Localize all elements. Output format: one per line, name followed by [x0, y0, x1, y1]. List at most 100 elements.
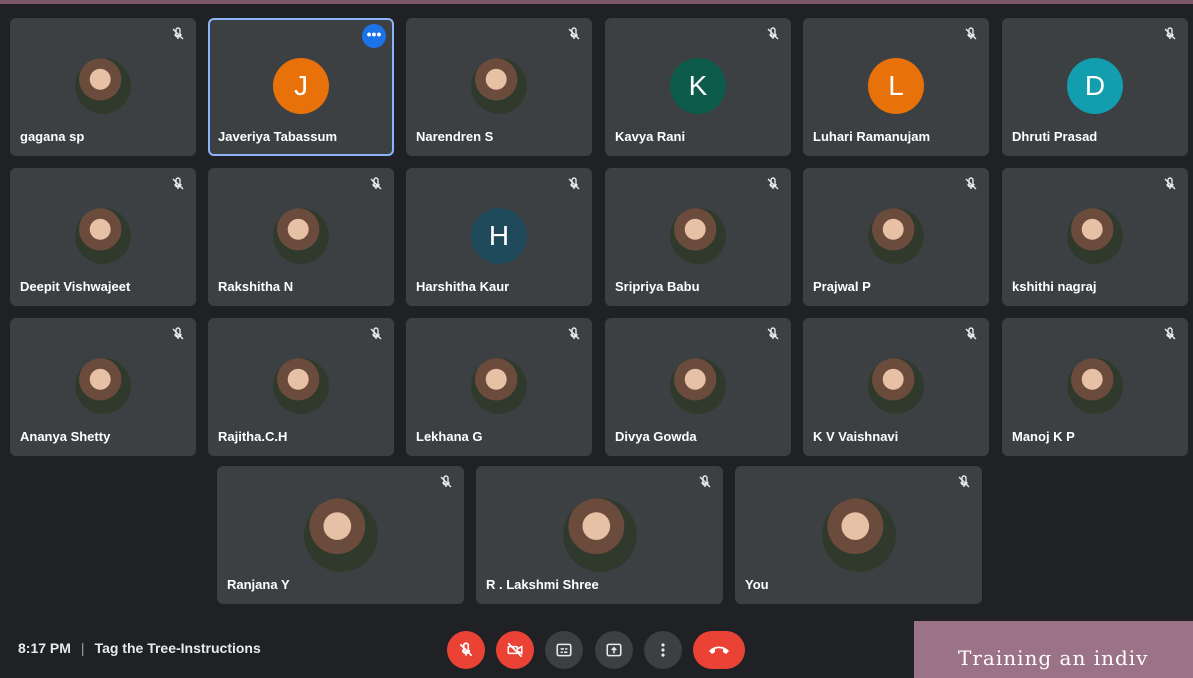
captions-button[interactable]	[545, 631, 583, 669]
participant-tile[interactable]: Deepit Vishwajeet	[10, 168, 196, 306]
mic-off-icon	[566, 176, 582, 192]
participant-tile[interactable]: R . Lakshmi Shree	[476, 466, 723, 604]
mic-off-icon	[1162, 326, 1178, 342]
mic-off-icon	[566, 26, 582, 42]
participant-name: Prajwal P	[813, 279, 871, 294]
participant-tile[interactable]: Manoj K P	[1002, 318, 1188, 456]
participant-tile[interactable]: Rakshitha N	[208, 168, 394, 306]
mic-off-icon	[170, 326, 186, 342]
participant-name: gagana sp	[20, 129, 85, 144]
slide-caption: Training an indiv	[914, 621, 1193, 678]
end-call-icon	[709, 646, 729, 654]
participant-name: Lekhana G	[416, 429, 483, 444]
mic-off-icon	[1162, 176, 1178, 192]
participant-name: Ananya Shetty	[20, 429, 111, 444]
more-options-icon	[661, 643, 665, 657]
avatar	[1067, 208, 1123, 264]
participant-tile[interactable]: ••• J Javeriya Tabassum	[208, 18, 394, 156]
avatar	[471, 58, 527, 114]
avatar	[273, 208, 329, 264]
end-call-button[interactable]	[693, 631, 745, 669]
avatar	[75, 358, 131, 414]
participant-name: Manoj K P	[1012, 429, 1075, 444]
participant-tile[interactable]: gagana sp	[10, 18, 196, 156]
meeting-title: Tag the Tree-Instructions	[94, 640, 261, 656]
participant-name: Ranjana Y	[227, 577, 290, 592]
avatar: J	[273, 58, 329, 114]
avatar: H	[471, 208, 527, 264]
more-options-button[interactable]	[644, 631, 682, 669]
participant-tile[interactable]: Narendren S	[406, 18, 592, 156]
avatar	[821, 498, 896, 572]
participant-tile[interactable]: Divya Gowda	[605, 318, 791, 456]
participant-name: Divya Gowda	[615, 429, 697, 444]
mic-off-icon	[963, 176, 979, 192]
participant-name: kshithi nagraj	[1012, 279, 1097, 294]
mic-off-icon	[170, 176, 186, 192]
camera-off-icon	[507, 642, 523, 658]
avatar-initial: J	[294, 70, 308, 101]
participant-tile[interactable]: Prajwal P	[803, 168, 989, 306]
mic-off-icon	[368, 326, 384, 342]
meet-window: gagana sp ••• J Javeriya Tabassum Narend…	[0, 4, 1193, 678]
clock-time: 8:17 PM	[18, 640, 71, 656]
avatar	[75, 58, 131, 114]
participant-name: K V Vaishnavi	[813, 429, 899, 444]
avatar	[868, 358, 924, 414]
participant-tile[interactable]: K Kavya Rani	[605, 18, 791, 156]
mic-off-icon	[956, 474, 972, 490]
avatar: K	[670, 58, 726, 114]
present-icon	[606, 643, 622, 657]
captions-icon	[556, 643, 572, 657]
mic-toggle-button[interactable]	[447, 631, 485, 669]
mic-off-icon	[438, 474, 454, 490]
meeting-info: 8:17 PM | Tag the Tree-Instructions	[18, 640, 261, 656]
participant-name: R . Lakshmi Shree	[486, 577, 599, 592]
avatar	[1067, 358, 1123, 414]
avatar	[303, 498, 378, 572]
mic-off-icon	[765, 326, 781, 342]
avatar: L	[868, 58, 924, 114]
mic-off-icon	[1162, 26, 1178, 42]
avatar	[670, 358, 726, 414]
mic-off-icon	[765, 26, 781, 42]
mic-off-icon	[697, 474, 713, 490]
participant-tile[interactable]: You	[735, 466, 982, 604]
participant-tile[interactable]: Lekhana G	[406, 318, 592, 456]
participant-name: Rajitha.C.H	[218, 429, 288, 444]
participant-tile[interactable]: L Luhari Ramanujam	[803, 18, 989, 156]
mic-off-icon	[765, 176, 781, 192]
participant-name: You	[745, 577, 769, 592]
mic-off-icon	[566, 326, 582, 342]
participant-tile[interactable]: H Harshitha Kaur	[406, 168, 592, 306]
avatar: D	[1067, 58, 1123, 114]
avatar	[562, 498, 637, 572]
participant-name: Dhruti Prasad	[1012, 129, 1098, 144]
separator: |	[80, 640, 85, 656]
participant-tile[interactable]: Ananya Shetty	[10, 318, 196, 456]
mic-off-icon	[459, 642, 473, 657]
participant-name: Harshitha Kaur	[416, 279, 510, 294]
avatar	[471, 358, 527, 414]
participant-name: Rakshitha N	[218, 279, 294, 294]
mic-off-icon	[963, 26, 979, 42]
avatar-initial: K	[688, 70, 708, 101]
participant-tile[interactable]: K V Vaishnavi	[803, 318, 989, 456]
avatar-initial: H	[488, 220, 510, 251]
participant-name: Kavya Rani	[615, 129, 686, 144]
camera-toggle-button[interactable]	[496, 631, 534, 669]
more-options-icon[interactable]: •••	[362, 24, 386, 48]
participant-tile[interactable]: kshithi nagraj	[1002, 168, 1188, 306]
mic-off-icon	[170, 26, 186, 42]
participant-name: Luhari Ramanujam	[813, 129, 931, 144]
avatar	[670, 208, 726, 264]
participant-tile[interactable]: Ranjana Y	[217, 466, 464, 604]
participant-tile[interactable]: Rajitha.C.H	[208, 318, 394, 456]
mic-off-icon	[963, 326, 979, 342]
participant-name: Sripriya Babu	[615, 279, 700, 294]
avatar	[75, 208, 131, 264]
participant-tile[interactable]: D Dhruti Prasad	[1002, 18, 1188, 156]
avatar-initial: D	[1084, 70, 1106, 101]
present-button[interactable]	[595, 631, 633, 669]
participant-tile[interactable]: Sripriya Babu	[605, 168, 791, 306]
